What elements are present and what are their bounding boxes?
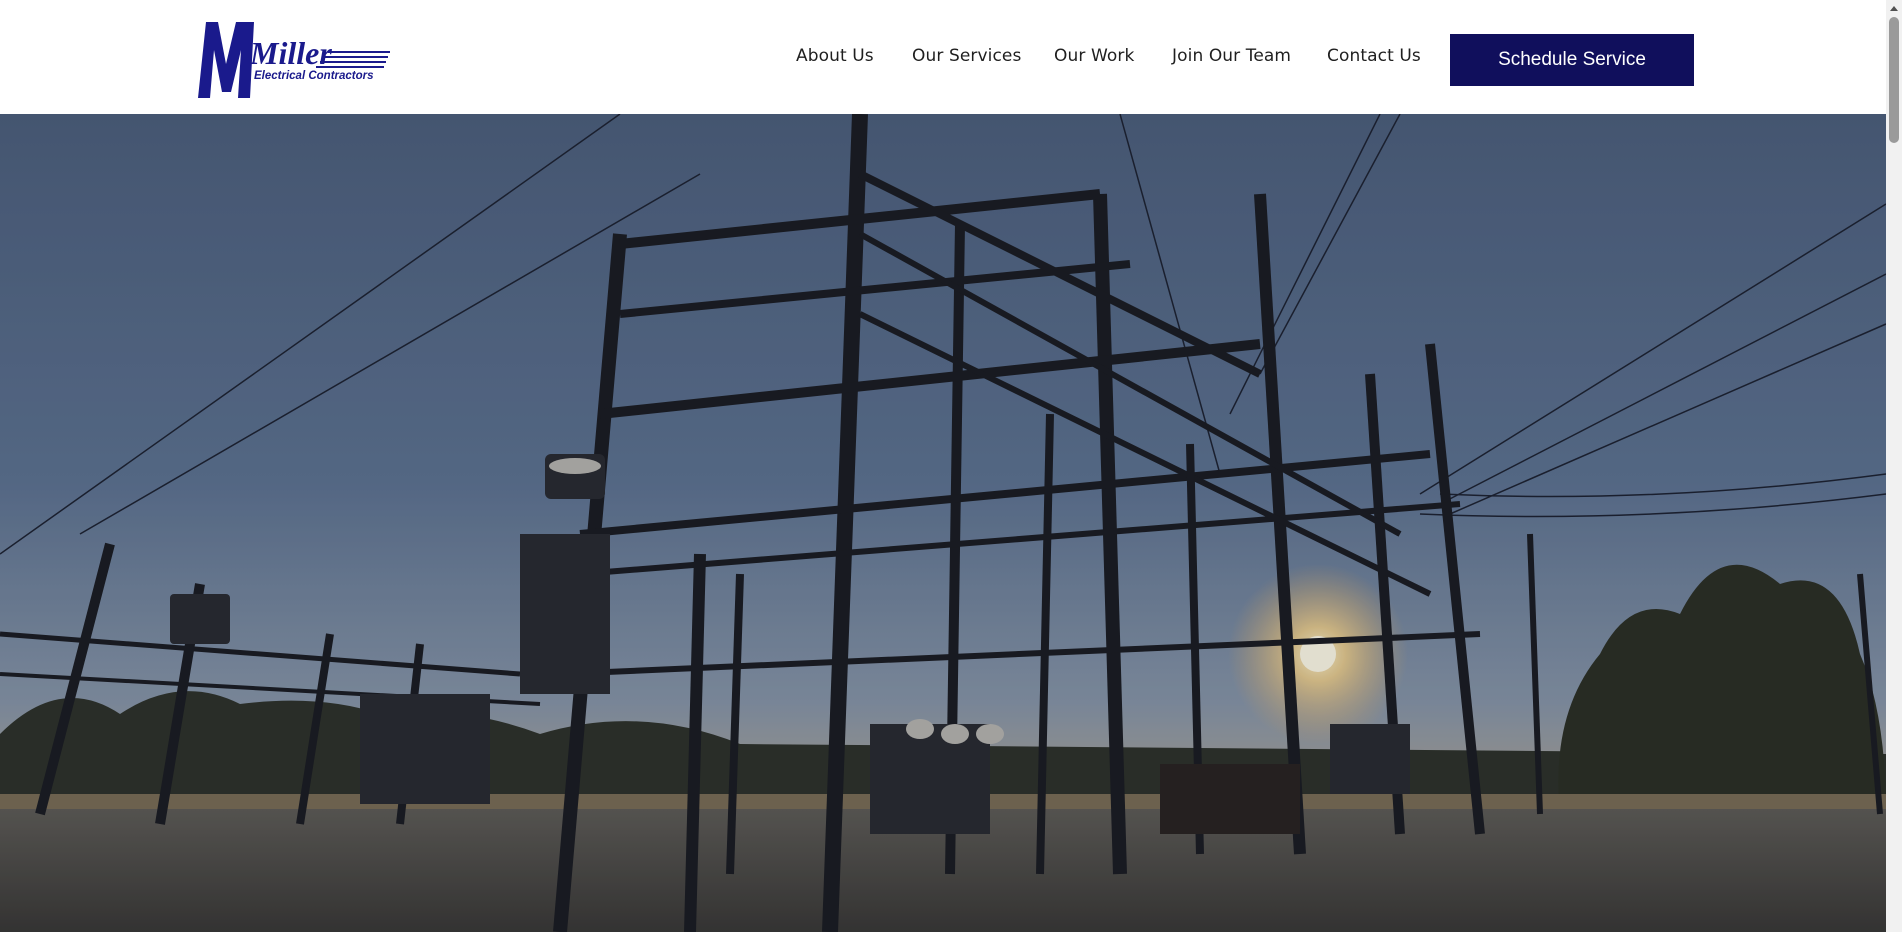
site-header: Miller Electrical Contractors About Us O… [0,0,1886,114]
substation-photo [0,114,1886,932]
schedule-service-button[interactable]: Schedule Service [1450,34,1694,86]
hero-image [0,114,1886,932]
main-nav: About Us Our Services Our Work Join Our … [0,46,1450,70]
scrollbar-thumb[interactable] [1889,17,1899,143]
logo-subtitle: Electrical Contractors [254,70,374,82]
page-scrollbar[interactable] [1886,0,1902,932]
nav-join-our-team[interactable]: Join Our Team [1172,46,1291,66]
nav-contact-us[interactable]: Contact Us [1327,46,1421,66]
nav-our-work[interactable]: Our Work [1054,46,1134,66]
nav-about-us[interactable]: About Us [796,46,874,66]
nav-our-services[interactable]: Our Services [912,46,1021,66]
chevron-up-icon[interactable] [1886,0,1902,16]
